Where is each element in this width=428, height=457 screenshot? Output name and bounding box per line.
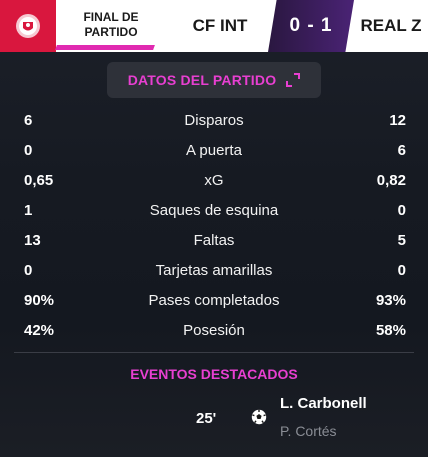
stat-away-value: 5 xyxy=(397,231,406,249)
stat-label: Disparos xyxy=(184,111,244,129)
event-assist-name[interactable]: P. Cortés xyxy=(280,423,337,439)
club-logo xyxy=(0,0,56,52)
match-stats-title: DATOS DEL PARTIDO xyxy=(127,72,277,88)
match-stats-list: 6 Disparos 12 0 A puerta 6 0,65 xG 0,82 … xyxy=(0,105,428,345)
status-underline xyxy=(55,45,155,50)
highlights-title: EVENTOS DESTACADOS xyxy=(130,366,298,382)
stat-row-corners: 1 Saques de esquina 0 xyxy=(0,195,428,225)
stat-away-value: 58% xyxy=(375,321,406,339)
stat-away-value: 6 xyxy=(397,141,406,159)
stat-row-shots: 6 Disparos 12 xyxy=(0,105,428,135)
match-stats-tab[interactable]: DATOS DEL PARTIDO xyxy=(107,62,321,98)
stat-label: Faltas xyxy=(193,231,235,249)
stat-row-fouls: 13 Faltas 5 xyxy=(0,225,428,255)
stat-label: xG xyxy=(204,171,224,189)
stat-away-value: 93% xyxy=(375,291,406,309)
section-divider xyxy=(14,352,414,353)
club-crest-icon xyxy=(16,14,40,38)
score-text: 0 - 1 xyxy=(289,15,333,36)
stat-row-passes: 90% Pases completados 93% xyxy=(0,285,428,315)
stat-label: Saques de esquina xyxy=(149,201,279,219)
stat-label: Pases completados xyxy=(148,291,280,309)
stat-away-value: 0 xyxy=(397,261,406,279)
event-minute: 25' xyxy=(196,410,217,427)
stat-row-on-target: 0 A puerta 6 xyxy=(0,135,428,165)
stat-label: A puerta xyxy=(186,141,242,159)
stat-away-value: 0 xyxy=(397,201,406,219)
stat-away-value: 12 xyxy=(389,111,406,129)
stat-row-possession: 42% Posesión 58% xyxy=(0,315,428,345)
scoreboard: 0 - 1 xyxy=(268,0,354,52)
match-status: FINAL DE PARTIDO xyxy=(55,0,166,52)
football-icon xyxy=(251,409,267,425)
match-header: FINAL DE PARTIDO CF INT 0 - 1 REAL Z xyxy=(0,0,428,52)
expand-icon[interactable] xyxy=(286,73,301,87)
stat-row-xg: 0,65 xG 0,82 xyxy=(0,165,428,195)
event-player-name[interactable]: L. Carbonell xyxy=(280,395,367,412)
stat-label: Tarjetas amarillas xyxy=(155,261,273,279)
stat-away-value: 0,82 xyxy=(376,171,406,189)
home-team-name: CF INT xyxy=(192,16,248,35)
stat-label: Posesión xyxy=(183,321,245,339)
match-status-text: FINAL DE PARTIDO xyxy=(83,10,139,39)
stat-row-yellow-cards: 0 Tarjetas amarillas 0 xyxy=(0,255,428,285)
away-team-name: REAL Z xyxy=(360,16,422,35)
